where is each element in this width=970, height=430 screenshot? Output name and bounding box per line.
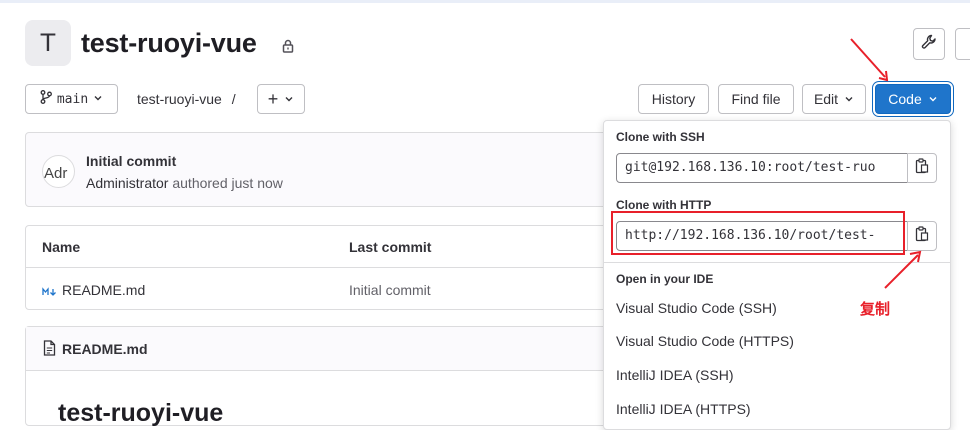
readme-filename[interactable]: README.md: [62, 341, 148, 357]
copy-icon: [915, 225, 929, 247]
avatar[interactable]: Adr: [42, 155, 75, 188]
plus-icon: +: [267, 88, 279, 109]
notifications-button[interactable]: [955, 28, 970, 60]
history-button[interactable]: History: [638, 84, 709, 114]
file-last-commit[interactable]: Initial commit: [349, 282, 431, 298]
code-label: Code: [888, 91, 922, 107]
breadcrumb-separator: /: [231, 91, 236, 107]
ide-item-vscode-ssh[interactable]: Visual Studio Code (SSH): [616, 300, 777, 316]
table-header: Name Last commit: [26, 226, 614, 268]
commit-meta: Administrator authored just now: [86, 175, 283, 191]
add-button[interactable]: +: [257, 84, 305, 114]
branch-icon: [40, 90, 52, 108]
ide-item-intellij-https[interactable]: IntelliJ IDEA (HTTPS): [616, 401, 751, 417]
commit-action: authored just now: [172, 175, 283, 191]
open-ide-label: Open in your IDE: [616, 272, 714, 286]
chevron-down-icon: [844, 91, 854, 107]
ide-item-intellij-ssh[interactable]: IntelliJ IDEA (SSH): [616, 367, 733, 383]
markdown-icon: [42, 284, 58, 302]
copy-icon: [915, 157, 929, 179]
file-icon: [43, 340, 56, 361]
table-row[interactable]: README.md Initial commit: [26, 268, 614, 310]
chevron-down-icon: [93, 92, 103, 107]
branch-name: main: [56, 91, 89, 107]
clone-ssh-label: Clone with SSH: [616, 130, 705, 144]
wrench-icon: [921, 34, 937, 55]
chevron-down-icon: [284, 91, 294, 107]
ide-item-vscode-https[interactable]: Visual Studio Code (HTTPS): [616, 333, 794, 349]
file-table: Name Last commit README.md Initial commi…: [25, 225, 615, 310]
avatar-alt-text: Adr: [44, 165, 68, 182]
lock-icon: [282, 39, 294, 58]
breadcrumb-project[interactable]: test-ruoyi-vue: [137, 91, 222, 107]
page-title: test-ruoyi-vue: [81, 28, 257, 58]
file-name[interactable]: README.md: [62, 282, 145, 298]
chevron-down-icon: [928, 91, 938, 107]
annotation-label: 复制: [860, 301, 891, 318]
project-avatar[interactable]: T: [25, 20, 71, 66]
column-header-last-commit: Last commit: [349, 239, 432, 255]
find-file-button[interactable]: Find file: [718, 84, 794, 114]
edit-label: Edit: [813, 91, 839, 107]
breadcrumb: test-ruoyi-vue /: [137, 91, 236, 107]
annotation-highlight-box: [611, 211, 905, 255]
branch-selector[interactable]: main: [25, 84, 118, 114]
code-button[interactable]: Code: [875, 84, 951, 114]
last-commit-panel: Adr Initial commit Administrator authore…: [25, 132, 615, 207]
commit-author[interactable]: Administrator: [86, 175, 168, 191]
column-header-name: Name: [42, 239, 81, 255]
edit-button[interactable]: Edit: [802, 84, 866, 114]
clone-http-label: Clone with HTTP: [616, 198, 712, 212]
readme-heading: test-ruoyi-vue: [58, 399, 224, 427]
readme-header: README.md: [26, 327, 614, 371]
readme-panel: README.md test-ruoyi-vue: [25, 326, 615, 427]
settings-button[interactable]: [913, 28, 945, 60]
annotation-arrow-to-copy: [884, 250, 922, 289]
top-bar: [0, 0, 970, 3]
ssh-url-field[interactable]: git@192.168.136.10:root/test-ruo: [616, 153, 908, 183]
copy-ssh-button[interactable]: [907, 153, 937, 183]
annotation-arrow-to-code: [850, 38, 889, 82]
commit-title[interactable]: Initial commit: [86, 153, 176, 169]
